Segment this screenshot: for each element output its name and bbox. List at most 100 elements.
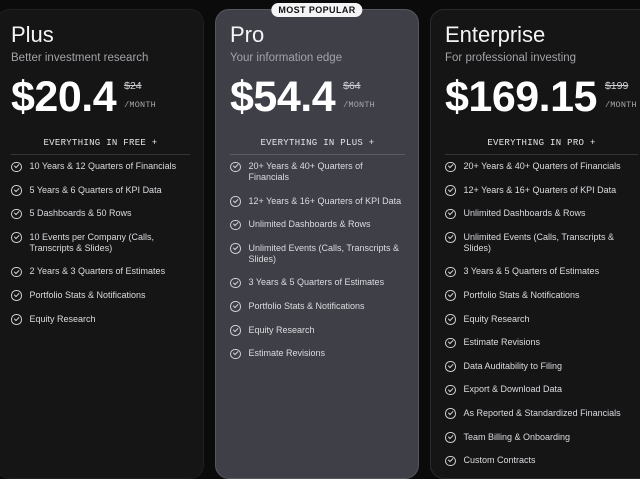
check-circle-icon bbox=[11, 208, 22, 220]
check-circle-icon bbox=[230, 348, 241, 360]
check-circle-icon bbox=[230, 196, 241, 207]
feature-item: 5 Years & 6 Quarters of KPI Data bbox=[11, 185, 190, 196]
includes-heading: EVERYTHING IN PRO + bbox=[445, 138, 638, 155]
feature-item: 12+ Years & 16+ Quarters of KPI Data bbox=[445, 185, 638, 196]
plan-name: Enterprise bbox=[445, 22, 546, 47]
check-circle-icon bbox=[11, 232, 22, 243]
feature-text: 20+ Years & 40+ Quarters of Financials bbox=[463, 161, 621, 171]
feature-item: 20+ Years & 40+ Quarters of Financials bbox=[230, 161, 405, 183]
plan-name: Pro bbox=[230, 22, 265, 47]
feature-text: Portfolio Stats & Notifications bbox=[29, 289, 146, 300]
check-circle-icon bbox=[445, 337, 456, 349]
feature-text: 5 Years & 6 Quarters of KPI Data bbox=[29, 184, 162, 195]
check-circle-icon bbox=[230, 219, 241, 231]
feature-item: 10 Years & 12 Quarters of Financials bbox=[11, 161, 190, 172]
plan-card-pro[interactable]: MOST POPULAR Pro Your information edge $… bbox=[215, 3, 419, 479]
includes-heading: EVERYTHING IN PLUS + bbox=[230, 138, 405, 155]
check-circle-icon bbox=[445, 266, 456, 278]
billing-period: /MONTH bbox=[604, 100, 637, 110]
feature-text: 2 Years & 3 Quarters of Estimates bbox=[29, 266, 166, 277]
check-circle-icon bbox=[445, 408, 456, 419]
feature-text: Portfolio Stats & Notifications bbox=[463, 289, 580, 300]
feature-list: 10 Years & 12 Quarters of Financials 5 Ye… bbox=[11, 161, 190, 325]
most-popular-badge: MOST POPULAR bbox=[271, 3, 363, 17]
check-circle-icon bbox=[230, 325, 241, 336]
feature-item: Team Billing & Onboarding bbox=[445, 432, 638, 443]
check-circle-icon bbox=[11, 290, 22, 301]
feature-item: Portfolio Stats & Notifications bbox=[445, 290, 638, 301]
feature-item: Unlimited Events (Calls, Transcripts & S… bbox=[230, 243, 405, 265]
price-row: $20.4 $24 /MONTH bbox=[11, 74, 190, 124]
old-price: $24 bbox=[124, 80, 142, 92]
feature-text: Unlimited Events (Calls, Transcripts & S… bbox=[248, 242, 400, 264]
check-circle-icon bbox=[445, 161, 456, 172]
feature-item: 3 Years & 5 Quarters of Estimates bbox=[230, 277, 405, 289]
feature-text: 20+ Years & 40+ Quarters of Financials bbox=[248, 161, 363, 182]
check-circle-icon bbox=[230, 301, 241, 312]
check-circle-icon bbox=[445, 232, 456, 243]
feature-text: Estimate Revisions bbox=[248, 348, 326, 359]
feature-item: Estimate Revisions bbox=[230, 348, 405, 360]
feature-item: 2 Years & 3 Quarters of Estimates bbox=[11, 266, 190, 278]
check-circle-icon bbox=[11, 266, 22, 278]
feature-item: Unlimited Events (Calls, Transcripts & S… bbox=[445, 232, 638, 254]
check-circle-icon bbox=[11, 161, 22, 172]
check-circle-icon bbox=[445, 361, 456, 372]
check-circle-icon bbox=[445, 384, 456, 396]
feature-item: 12+ Years & 16+ Quarters of KPI Data bbox=[230, 196, 405, 207]
feature-item: Unlimited Dashboards & Rows bbox=[445, 208, 638, 220]
feature-text: 10 Years & 12 Quarters of Financials bbox=[29, 161, 177, 171]
check-circle-icon bbox=[445, 185, 456, 196]
plan-tagline: For professional investing bbox=[445, 52, 577, 64]
feature-item: Portfolio Stats & Notifications bbox=[230, 301, 405, 312]
feature-text: As Reported & Standardized Financials bbox=[463, 407, 621, 418]
feature-item: Equity Research bbox=[230, 325, 405, 336]
feature-text: Equity Research bbox=[248, 324, 315, 335]
price-row: $54.4 $64 /MONTH bbox=[230, 74, 405, 124]
feature-text: Portfolio Stats & Notifications bbox=[248, 300, 365, 311]
plan-tagline: Your information edge bbox=[230, 52, 343, 64]
feature-text: 12+ Years & 16+ Quarters of KPI Data bbox=[463, 184, 617, 195]
feature-text: Custom Contracts bbox=[463, 455, 536, 466]
feature-item: Equity Research bbox=[445, 314, 638, 325]
feature-item: 3 Years & 5 Quarters of Estimates bbox=[445, 266, 638, 278]
feature-list: 20+ Years & 40+ Quarters of Financials 12… bbox=[230, 161, 405, 360]
feature-text: Equity Research bbox=[463, 313, 530, 324]
price-side: $24 /MONTH bbox=[124, 80, 156, 110]
feature-item: 10 Events per Company (Calls, Transcript… bbox=[11, 232, 190, 254]
feature-text: 3 Years & 5 Quarters of Estimates bbox=[248, 277, 385, 288]
check-circle-icon bbox=[11, 314, 22, 325]
feature-text: Equity Research bbox=[29, 313, 96, 324]
feature-list: 20+ Years & 40+ Quarters of Financials 12… bbox=[445, 161, 638, 467]
feature-text: Data Auditability to Filing bbox=[463, 360, 563, 371]
check-circle-icon bbox=[445, 314, 456, 325]
feature-item: Estimate Revisions bbox=[445, 337, 638, 349]
plan-name: Plus bbox=[11, 22, 54, 47]
feature-item: Custom Contracts bbox=[445, 455, 638, 467]
feature-text: 3 Years & 5 Quarters of Estimates bbox=[463, 266, 600, 277]
feature-text: 5 Dashboards & 50 Rows bbox=[29, 208, 132, 219]
check-circle-icon bbox=[230, 161, 241, 172]
feature-text: Unlimited Dashboards & Rows bbox=[248, 219, 371, 230]
price-side: $64 /MONTH bbox=[343, 80, 375, 110]
feature-item: Export & Download Data bbox=[445, 384, 638, 396]
feature-text: Unlimited Events (Calls, Transcripts & S… bbox=[463, 231, 615, 253]
feature-item: 20+ Years & 40+ Quarters of Financials bbox=[445, 161, 638, 172]
plan-price: $54.4 bbox=[230, 73, 336, 121]
check-circle-icon bbox=[445, 208, 456, 220]
check-circle-icon bbox=[445, 432, 456, 443]
billing-period: /MONTH bbox=[124, 100, 156, 110]
old-price: $64 bbox=[343, 80, 361, 92]
feature-item: Equity Research bbox=[11, 314, 190, 325]
includes-heading: EVERYTHING IN FREE + bbox=[11, 138, 190, 155]
billing-period: /MONTH bbox=[343, 100, 375, 110]
plan-card-plus[interactable]: Plus Better investment research $20.4 $2… bbox=[0, 9, 204, 479]
check-circle-icon bbox=[445, 290, 456, 301]
plan-card-enterprise[interactable]: Enterprise For professional investing $1… bbox=[430, 9, 640, 479]
check-circle-icon bbox=[230, 277, 241, 289]
check-circle-icon bbox=[11, 185, 22, 196]
feature-text: 12+ Years & 16+ Quarters of KPI Data bbox=[248, 195, 402, 206]
feature-text: Estimate Revisions bbox=[463, 337, 541, 348]
old-price: $199 bbox=[604, 80, 629, 92]
plan-tagline: Better investment research bbox=[11, 52, 149, 64]
